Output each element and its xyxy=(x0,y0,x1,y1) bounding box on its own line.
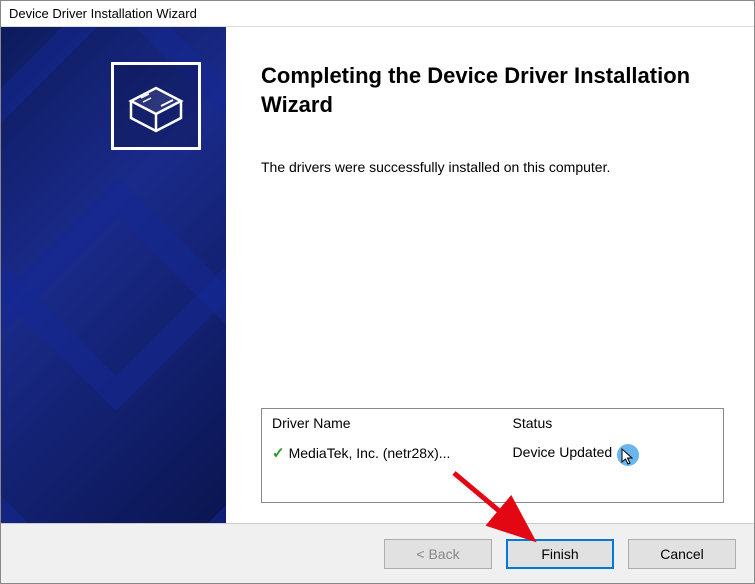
wizard-drawer-icon xyxy=(111,62,201,150)
wizard-sidebar xyxy=(1,27,226,523)
back-button: < Back xyxy=(384,539,492,569)
finish-button[interactable]: Finish xyxy=(506,539,614,569)
column-header-status: Status xyxy=(513,415,713,431)
driver-list-header: Driver Name Status xyxy=(262,409,723,438)
title-bar: Device Driver Installation Wizard xyxy=(1,1,754,27)
driver-row: ✓MediaTek, Inc. (netr28x)... Device Upda… xyxy=(262,438,723,502)
driver-list: Driver Name Status ✓MediaTek, Inc. (netr… xyxy=(261,408,724,503)
cancel-button[interactable]: Cancel xyxy=(628,539,736,569)
content-area: Completing the Device Driver Installatio… xyxy=(1,27,754,523)
column-header-name: Driver Name xyxy=(272,415,513,431)
button-bar: < Back Finish Cancel xyxy=(1,523,754,583)
page-heading: Completing the Device Driver Installatio… xyxy=(261,62,724,119)
driver-status-cell: Device Updated xyxy=(513,444,713,460)
wizard-window: Device Driver Installation Wizard Comple… xyxy=(0,0,755,584)
driver-name-text: MediaTek, Inc. (netr28x)... xyxy=(289,445,451,461)
window-title: Device Driver Installation Wizard xyxy=(9,6,197,21)
main-panel: Completing the Device Driver Installatio… xyxy=(226,27,754,523)
driver-name-cell: ✓MediaTek, Inc. (netr28x)... xyxy=(272,444,513,462)
description-text: The drivers were successfully installed … xyxy=(261,159,724,175)
check-icon: ✓ xyxy=(272,444,285,462)
